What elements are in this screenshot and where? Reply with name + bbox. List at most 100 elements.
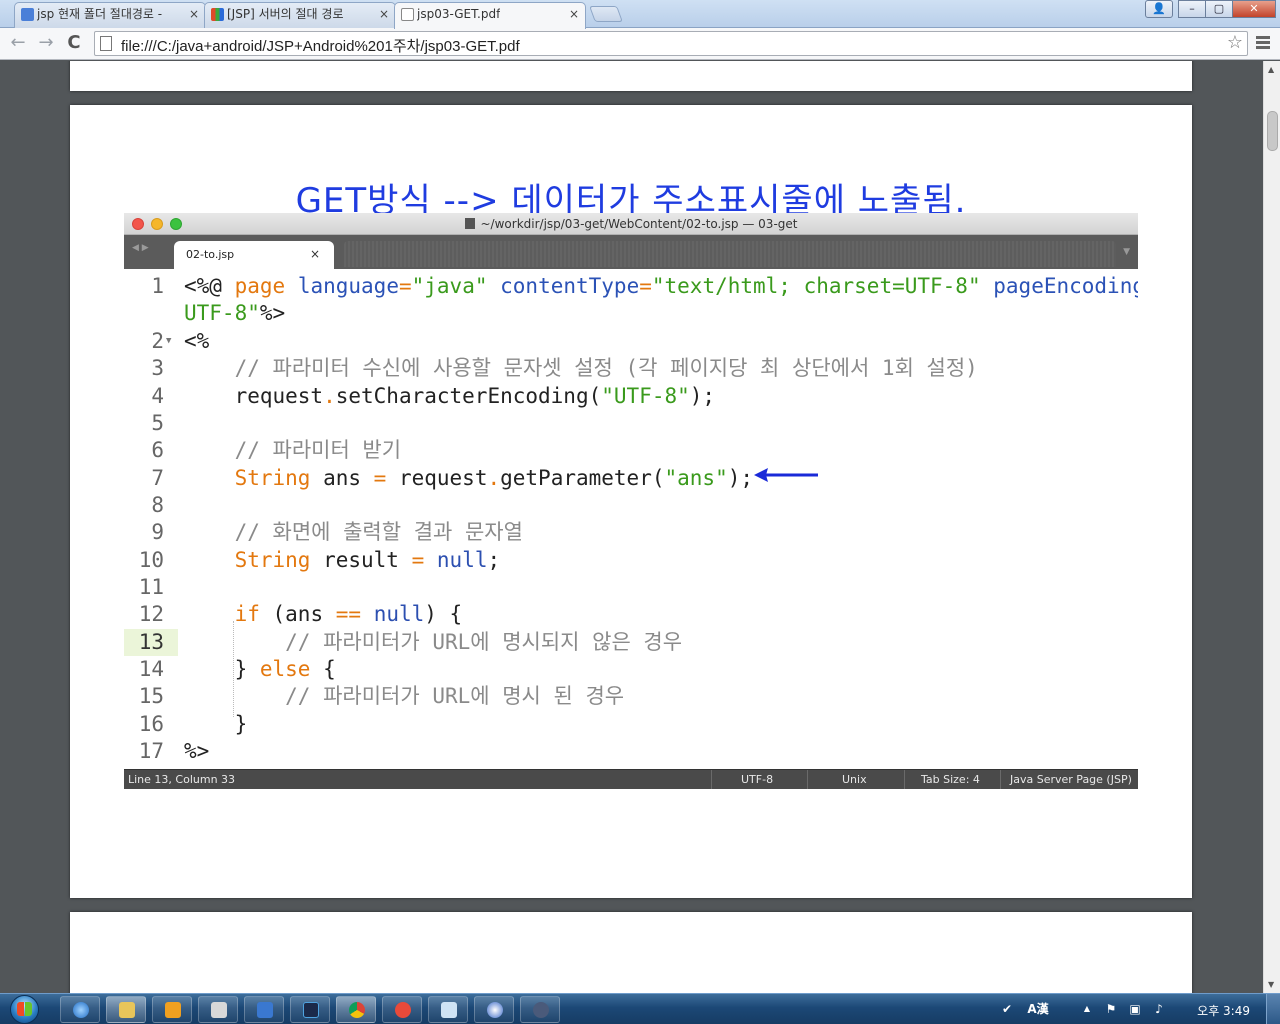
code-line-3: 3 // 파라미터 수신에 사용할 문자셋 설정 (각 페이지당 최 상단에서 … xyxy=(124,355,1138,382)
line-number: 12 xyxy=(138,602,164,626)
code-line-4: 4 request.setCharacterEncoding("UTF-8"); xyxy=(124,383,1138,410)
document-favicon-icon xyxy=(401,8,414,21)
tray-monitor-icon[interactable]: ▣ xyxy=(1128,1002,1142,1016)
internet-explorer-icon xyxy=(73,1002,89,1018)
tray-flag-icon[interactable]: ⚑ xyxy=(1104,1002,1118,1016)
minimize-button[interactable]: – xyxy=(1178,0,1206,18)
code-line-11: 11 xyxy=(124,574,1138,601)
ime-indicator[interactable]: A漢 xyxy=(1018,1002,1058,1016)
line-text: String ans = request.getParameter("ans")… xyxy=(234,466,754,490)
code-area: 1 <%@ page language="java" contentType="… xyxy=(124,269,1138,769)
editor-window-title-text: ~/workdir/jsp/03-get/WebContent/02-to.js… xyxy=(480,217,798,231)
page-icon xyxy=(100,36,112,51)
editor-tab-name: 02-to.jsp xyxy=(186,248,235,261)
line-number: 14 xyxy=(138,657,164,681)
window-controls: 👤 – ▢ ✕ xyxy=(1145,0,1276,18)
taskbar-app2[interactable] xyxy=(382,996,422,1023)
file-icon xyxy=(464,218,475,229)
code-line-13-current: 13 // 파라미터가 URL에 명시되지 않은 경우 xyxy=(124,629,1138,656)
code-line-15: 15 // 파라미터가 URL에 명시 된 경우 xyxy=(124,683,1138,710)
app3-icon xyxy=(487,1002,503,1018)
line-text: // 파라미터 수신에 사용할 문자셋 설정 (각 페이지당 최 상단에서 1회… xyxy=(184,356,978,380)
tab-close-icon[interactable]: × xyxy=(189,3,199,25)
code-line-1: 1 <%@ page language="java" contentType="… xyxy=(124,273,1138,300)
scroll-up-icon[interactable]: ▲ xyxy=(1268,65,1274,74)
line-number: 10 xyxy=(138,548,164,572)
tab-label: jsp03-GET.pdf xyxy=(417,7,501,21)
taskbar-app3[interactable] xyxy=(474,996,514,1023)
scrollbar-thumb[interactable] xyxy=(1267,111,1278,151)
tab-label: jsp 현재 폴더 절대경로 - xyxy=(37,7,163,21)
tab-close-icon[interactable]: × xyxy=(569,3,579,25)
taskbar-explorer[interactable] xyxy=(106,996,146,1023)
taskbar-clock[interactable]: 오후 3:49 xyxy=(1197,1002,1250,1019)
browser-toolbar: ← → C file:///C:/java+android/JSP+Androi… xyxy=(0,28,1280,60)
line-number: 3 xyxy=(151,356,164,380)
status-encoding: UTF-8 xyxy=(741,773,774,786)
line-number: 4 xyxy=(151,384,164,408)
code-line-12: 12 if (ans == null) { xyxy=(124,601,1138,628)
browser-tab-strip: jsp 현재 폴더 절대경로 - × [JSP] 서버의 절대 경로 × jsp… xyxy=(0,0,1280,29)
browser-tab-3-active[interactable]: jsp03-GET.pdf × xyxy=(394,2,586,29)
settings-gear-icon xyxy=(533,1002,549,1018)
tab-label: [JSP] 서버의 절대 경로 xyxy=(227,7,344,21)
maximize-button[interactable]: ▢ xyxy=(1205,0,1233,18)
line-number: 2 xyxy=(151,329,164,353)
status-divider xyxy=(711,770,712,789)
line-text: // 파라미터가 URL에 명시되지 않은 경우 xyxy=(184,630,683,654)
tray-volume-icon[interactable]: ♪ xyxy=(1152,1002,1166,1016)
line-text: // 화면에 출력할 결과 문자열 xyxy=(184,520,523,544)
user-profile-icon[interactable]: 👤 xyxy=(1145,0,1173,18)
taskbar-app[interactable] xyxy=(244,996,284,1023)
line-text: UTF-8"%> xyxy=(184,301,286,325)
editor-tab-02-to-jsp: 02-to.jsp × xyxy=(174,241,334,269)
editor-tabbar: ◀ ▶ 02-to.jsp × ▼ xyxy=(124,235,1138,269)
start-button[interactable] xyxy=(4,994,46,1024)
line-number: 17 xyxy=(138,739,164,763)
chrome-menu-icon[interactable] xyxy=(1256,36,1270,51)
pdf-page-previous xyxy=(70,61,1192,91)
taskbar-app4[interactable] xyxy=(520,996,560,1023)
tab-close-icon[interactable]: × xyxy=(379,3,389,25)
reload-button[interactable]: C xyxy=(62,31,86,55)
forward-button[interactable]: → xyxy=(34,31,58,55)
browser-tab-1[interactable]: jsp 현재 폴더 절대경로 - × xyxy=(14,2,206,28)
tray-network-icon[interactable]: ✔ xyxy=(1000,1002,1014,1016)
line-text: if (ans == null) { xyxy=(234,602,463,626)
line-text: String result = null; xyxy=(234,548,501,572)
pdf-page-current: GET방식 --> 데이터가 주소표시줄에 노출됨. ~/workdir/jsp… xyxy=(70,105,1192,898)
pdf-viewer: GET방식 --> 데이터가 주소표시줄에 노출됨. ~/workdir/jsp… xyxy=(0,61,1263,993)
address-url[interactable]: file:///C:/java+android/JSP+Android%201주… xyxy=(121,35,520,56)
bookmark-star-icon[interactable]: ☆ xyxy=(1227,32,1243,53)
taskbar-media[interactable] xyxy=(152,996,192,1023)
line-text: } else { xyxy=(184,657,336,681)
taskbar-photoshop[interactable] xyxy=(290,996,330,1023)
taskbar-chrome[interactable] xyxy=(336,996,376,1023)
line-number: 8 xyxy=(151,493,164,517)
viewer-scrollbar[interactable]: ▲ ▼ xyxy=(1263,61,1280,993)
line-text: <%@ page language="java" contentType="te… xyxy=(184,274,1138,298)
code-line-16: 16 } xyxy=(124,711,1138,738)
address-bar[interactable]: file:///C:/java+android/JSP+Android%201주… xyxy=(94,31,1248,56)
new-tab-button[interactable] xyxy=(589,6,623,22)
code-line-14: 14 } else { xyxy=(124,656,1138,683)
back-button[interactable]: ← xyxy=(6,31,30,55)
line-text: <% xyxy=(184,329,210,353)
browser-tab-2[interactable]: [JSP] 서버의 절대 경로 × xyxy=(204,2,396,28)
annotation-arrow-icon xyxy=(754,468,818,482)
tray-expand-icon[interactable]: ▲ xyxy=(1080,1002,1094,1016)
media-player-icon xyxy=(165,1002,181,1018)
line-number: 16 xyxy=(138,712,164,736)
editor-screenshot: ~/workdir/jsp/03-get/WebContent/02-to.js… xyxy=(124,213,1138,789)
line-number: 7 xyxy=(151,466,164,490)
code-line-7: 7 String ans = request.getParameter("ans… xyxy=(124,465,1138,492)
close-window-button[interactable]: ✕ xyxy=(1232,0,1276,18)
taskbar-notepad[interactable] xyxy=(428,996,468,1023)
scroll-down-icon[interactable]: ▼ xyxy=(1268,980,1274,989)
taskbar-ie[interactable] xyxy=(60,996,100,1023)
taskbar-calc[interactable] xyxy=(198,996,238,1023)
code-line-9: 9 // 화면에 출력할 결과 문자열 xyxy=(124,519,1138,546)
show-desktop-button[interactable] xyxy=(1266,994,1280,1024)
tabbar-background xyxy=(344,241,1116,267)
calculator-icon xyxy=(211,1002,227,1018)
